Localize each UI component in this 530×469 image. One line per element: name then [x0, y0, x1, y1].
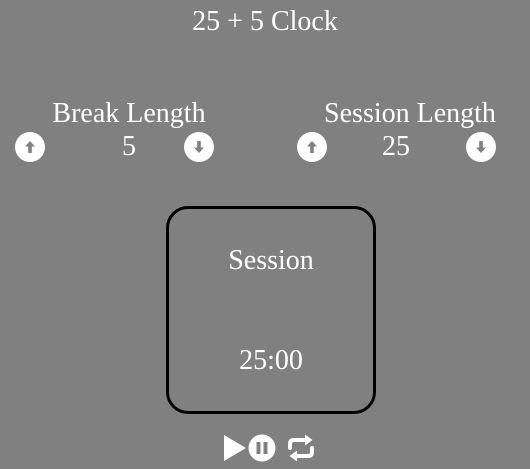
session-controls: 25	[297, 130, 516, 164]
play-icon	[224, 435, 246, 461]
break-length-group: Break Length 5	[15, 98, 234, 164]
reset-button[interactable]	[284, 431, 318, 465]
break-label: Break Length	[52, 98, 206, 129]
timer-label: Session	[228, 245, 314, 276]
session-increment-button[interactable]	[297, 132, 327, 162]
arrow-circle-down-icon	[476, 141, 486, 153]
break-decrement-button[interactable]	[184, 132, 214, 162]
timer-controls	[222, 430, 318, 466]
arrow-circle-up-icon	[307, 141, 317, 153]
start-stop-button[interactable]	[222, 431, 280, 465]
timer-display: Session 25:00	[166, 206, 376, 414]
time-left: 25:00	[239, 345, 303, 376]
break-controls: 5	[15, 130, 234, 164]
session-decrement-button[interactable]	[466, 132, 496, 162]
break-increment-button[interactable]	[15, 132, 45, 162]
session-label: Session Length	[324, 98, 496, 129]
arrow-circle-down-icon	[194, 141, 204, 153]
arrow-circle-up-icon	[25, 141, 35, 153]
repeat-icon	[288, 434, 314, 462]
play-pause-icon	[224, 434, 276, 462]
pause-circle-icon	[248, 434, 276, 462]
session-length-group: Session Length 25	[297, 98, 516, 164]
app-title: 25 + 5 Clock	[192, 6, 338, 37]
clock-app: 25 + 5 Clock Break Length 5 Session Leng…	[0, 0, 530, 469]
